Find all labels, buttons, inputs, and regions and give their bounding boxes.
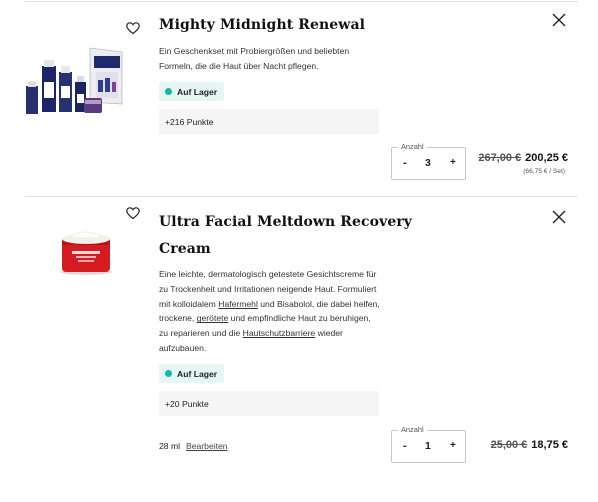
quantity-stepper: Anzahl - 1 + <box>391 425 466 463</box>
size-row: 28 ml Bearbeiten <box>159 441 228 451</box>
in-stock-dot-icon <box>165 88 172 95</box>
reward-points: +20 Punkte <box>159 391 379 416</box>
quantity-increase-button[interactable]: + <box>450 157 456 168</box>
reward-points: +216 Punkte <box>159 109 379 134</box>
product-title-line-1: Ultra Facial Meltdown Recovery <box>159 214 413 230</box>
unit-price: (66,75 € / Set) <box>523 168 565 175</box>
stock-label: Auf Lager <box>177 86 218 97</box>
remove-item-close-icon[interactable] <box>551 209 567 225</box>
quantity-label: Anzahl <box>398 142 427 151</box>
price-block: 25,00 €18,75 € <box>491 439 568 451</box>
link-geroetete[interactable]: gerötete <box>197 313 229 323</box>
original-price: 267,00 € <box>478 152 522 164</box>
quantity-stepper: Anzahl - 3 + <box>391 142 466 180</box>
original-price: 25,00 € <box>490 439 528 451</box>
quantity-label: Anzahl <box>398 425 427 434</box>
product-description: Ein Geschenkset mit Probiergrößen und be… <box>159 46 350 71</box>
quantity-decrease-button[interactable]: - <box>403 440 407 452</box>
stock-badge: Auf Lager <box>159 364 225 383</box>
in-stock-dot-icon <box>165 370 172 377</box>
edit-size-link[interactable]: Bearbeiten <box>186 441 228 451</box>
quantity-value[interactable]: 3 <box>425 157 431 169</box>
product-description: Eine leichte, dermatologisch getestete G… <box>159 267 381 356</box>
stock-label: Auf Lager <box>177 368 218 379</box>
quantity-value[interactable]: 1 <box>425 440 431 452</box>
product-title[interactable]: Mighty Midnight Renewal <box>159 12 365 39</box>
price-block: 267,00 €200,25 € <box>478 152 568 164</box>
size-value: 28 ml <box>159 441 181 451</box>
link-hafermehl[interactable]: Hafermehl <box>218 299 258 309</box>
product-title[interactable]: Ultra Facial Meltdown Recovery Cream <box>159 209 412 263</box>
remove-item-close-icon[interactable] <box>551 12 567 28</box>
sale-price: 18,75 € <box>531 439 568 451</box>
cart-item-mighty-midnight-renewal: Mighty Midnight Renewal Ein Geschenkset … <box>0 0 598 196</box>
link-hautschutzbarriere[interactable]: Hautschutzbarriere <box>243 328 316 338</box>
wishlist-heart-icon[interactable] <box>125 205 141 221</box>
sale-price: 200,25 € <box>525 152 568 164</box>
quantity-increase-button[interactable]: + <box>450 440 456 451</box>
cart-item-ultra-facial-cream: Ultra Facial Meltdown Recovery Cream Ein… <box>0 197 598 497</box>
product-image-gift-set[interactable] <box>24 42 125 120</box>
quantity-decrease-button[interactable]: - <box>403 157 407 169</box>
product-image-cream-jar[interactable] <box>56 225 116 277</box>
wishlist-heart-icon[interactable] <box>125 20 141 36</box>
product-title-line-2: Cream <box>159 241 211 257</box>
stock-badge: Auf Lager <box>159 82 225 101</box>
